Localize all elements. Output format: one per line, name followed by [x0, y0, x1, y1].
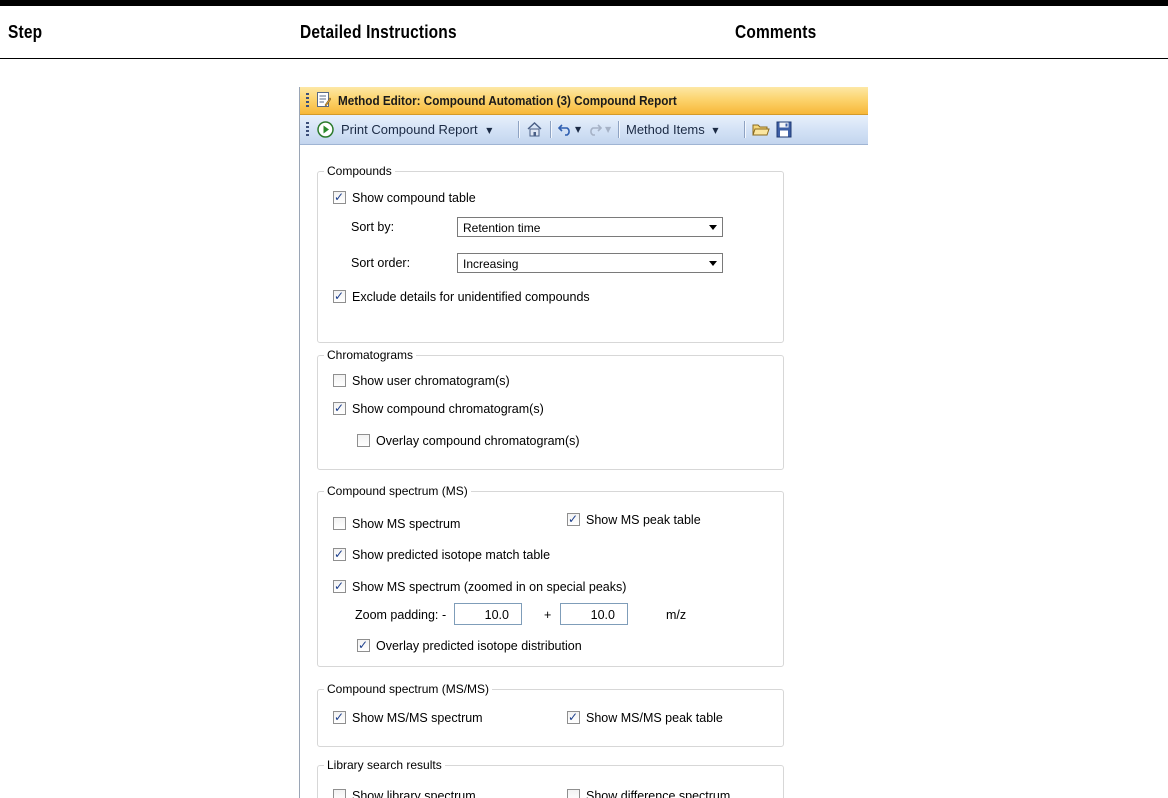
show-ms-spectrum-checkbox[interactable]: Show MS spectrum — [333, 516, 460, 532]
grip-handle[interactable] — [306, 93, 309, 108]
method-items-button[interactable]: Method Items ▼ — [626, 120, 719, 139]
redo-dropdown-icon[interactable]: ▼ — [605, 120, 611, 139]
sort-order-label: Sort order: — [351, 256, 411, 270]
zoom-padding-label: Zoom padding: — [355, 608, 439, 622]
edit-document-icon — [317, 92, 331, 107]
show-compound-chromatograms-checkbox[interactable]: Show compound chromatogram(s) — [333, 400, 544, 417]
show-difference-spectrum-checkbox[interactable]: Show difference spectrum — [567, 788, 730, 798]
checkbox-unchecked[interactable] — [333, 374, 346, 387]
checkbox-checked[interactable] — [567, 709, 580, 725]
toolbar: Print Compound Report ▼ ▼ ▼ Method Items… — [300, 115, 868, 145]
checkbox-checked[interactable] — [333, 189, 346, 205]
checkbox-checked[interactable] — [333, 546, 346, 562]
checkbox-unchecked[interactable] — [333, 517, 346, 530]
zoom-plus-input[interactable]: 10.0 — [560, 603, 628, 625]
checkbox-checked[interactable] — [333, 709, 346, 725]
checkbox-checked[interactable] — [333, 400, 346, 416]
checkbox-label: Show MS spectrum (zoomed in on special p… — [352, 580, 627, 594]
checkbox-label: Show library spectrum — [352, 789, 476, 798]
undo-dropdown-icon[interactable]: ▼ — [575, 120, 581, 139]
settings-panel: Compounds Show compound table Sort by: R… — [300, 145, 868, 798]
title-bar: Method Editor: Compound Automation (3) C… — [300, 87, 868, 115]
checkbox-label: Show MS spectrum — [352, 517, 461, 531]
window-title: Method Editor: Compound Automation (3) C… — [338, 93, 677, 108]
show-msms-peak-table-checkbox[interactable]: Show MS/MS peak table — [567, 709, 723, 726]
print-compound-report-label: Print Compound Report — [341, 122, 478, 137]
group-library-search-results: Library search results Show library spec… — [317, 758, 784, 798]
checkbox-label: Show difference spectrum — [586, 789, 731, 798]
chevron-down-icon[interactable]: ▼ — [712, 126, 718, 135]
header-detailed-instructions: Detailed Instructions — [300, 22, 457, 42]
save-icon[interactable] — [776, 121, 792, 138]
toolbar-separator — [618, 121, 620, 138]
exclude-details-checkbox[interactable]: Exclude details for unidentified compoun… — [333, 288, 590, 305]
header-step: Step — [8, 22, 43, 42]
method-editor-window: Method Editor: Compound Automation (3) C… — [299, 87, 868, 798]
group-compounds: Compounds Show compound table Sort by: R… — [317, 164, 784, 343]
checkbox-label: Show compound chromatogram(s) — [352, 402, 544, 416]
minus-sign: - — [442, 608, 447, 622]
checkbox-label: Show MS peak table — [586, 513, 701, 527]
top-rule — [0, 0, 1168, 6]
method-items-label: Method Items — [626, 122, 705, 137]
checkbox-checked[interactable] — [567, 511, 580, 527]
toolbar-grip[interactable] — [306, 122, 309, 137]
checkbox-unchecked[interactable] — [333, 789, 346, 798]
show-ms-spectrum-zoomed-checkbox[interactable]: Show MS spectrum (zoomed in on special p… — [333, 578, 627, 595]
show-compound-table-checkbox[interactable]: Show compound table — [333, 189, 476, 206]
toolbar-separator — [518, 121, 520, 138]
checkbox-label: Overlay predicted isotope distribution — [376, 639, 582, 653]
overlay-compound-chromatograms-checkbox[interactable]: Overlay compound chromatogram(s) — [357, 433, 580, 449]
run-icon[interactable] — [317, 121, 334, 138]
sort-order-select[interactable]: Increasing — [457, 253, 723, 273]
show-library-spectrum-checkbox[interactable]: Show library spectrum — [333, 788, 476, 798]
toolbar-separator — [550, 121, 552, 138]
checkbox-label: Show user chromatogram(s) — [352, 374, 510, 388]
group-compound-spectrum-ms: Compound spectrum (MS) Show MS spectrum … — [317, 484, 784, 667]
plus-sign: + — [544, 608, 552, 622]
checkbox-unchecked[interactable] — [567, 789, 580, 798]
home-icon[interactable] — [526, 121, 543, 137]
checkbox-checked[interactable] — [333, 288, 346, 304]
checkbox-checked[interactable] — [333, 578, 346, 594]
group-label-ms: Compound spectrum (MS) — [324, 484, 471, 498]
header-comments: Comments — [735, 22, 817, 42]
toolbar-separator — [744, 121, 746, 138]
header-rule — [0, 58, 1168, 59]
show-isotope-match-table-checkbox[interactable]: Show predicted isotope match table — [333, 546, 551, 563]
group-label-compounds: Compounds — [324, 164, 395, 178]
chevron-down-icon[interactable]: ▼ — [486, 126, 492, 135]
sort-by-value: Retention time — [463, 221, 541, 235]
checkbox-unchecked[interactable] — [357, 434, 370, 447]
redo-icon[interactable] — [587, 122, 602, 136]
sort-order-value: Increasing — [463, 257, 519, 271]
chevron-down-icon[interactable] — [709, 225, 717, 230]
group-chromatograms: Chromatograms Show user chromatogram(s) … — [317, 348, 784, 470]
sort-by-select[interactable]: Retention time — [457, 217, 723, 237]
checkbox-checked[interactable] — [357, 637, 370, 653]
group-label-chromatograms: Chromatograms — [324, 348, 417, 362]
checkbox-label: Show predicted isotope match table — [352, 548, 551, 562]
sort-by-label: Sort by: — [351, 220, 395, 234]
checkbox-label: Overlay compound chromatogram(s) — [376, 434, 580, 448]
checkbox-label: Exclude details for unidentified compoun… — [352, 290, 590, 304]
checkbox-label: Show compound table — [352, 191, 476, 205]
show-ms-peak-table-checkbox[interactable]: Show MS peak table — [567, 511, 701, 528]
chevron-down-icon[interactable] — [709, 261, 717, 266]
checkbox-label: Show MS/MS peak table — [586, 711, 723, 725]
zoom-minus-input[interactable]: 10.0 — [454, 603, 522, 625]
mz-unit-label: m/z — [666, 608, 687, 622]
undo-icon[interactable] — [558, 122, 573, 136]
show-user-chromatograms-checkbox[interactable]: Show user chromatogram(s) — [333, 373, 510, 389]
overlay-isotope-distribution-checkbox[interactable]: Overlay predicted isotope distribution — [357, 637, 582, 654]
show-msms-spectrum-checkbox[interactable]: Show MS/MS spectrum — [333, 709, 483, 726]
checkbox-label: Show MS/MS spectrum — [352, 711, 483, 725]
print-compound-report-button[interactable]: Print Compound Report ▼ — [341, 120, 492, 139]
open-folder-icon[interactable] — [752, 121, 770, 138]
group-compound-spectrum-msms: Compound spectrum (MS/MS) Show MS/MS spe… — [317, 682, 784, 747]
group-label-msms: Compound spectrum (MS/MS) — [324, 682, 493, 696]
group-label-library: Library search results — [324, 758, 445, 772]
